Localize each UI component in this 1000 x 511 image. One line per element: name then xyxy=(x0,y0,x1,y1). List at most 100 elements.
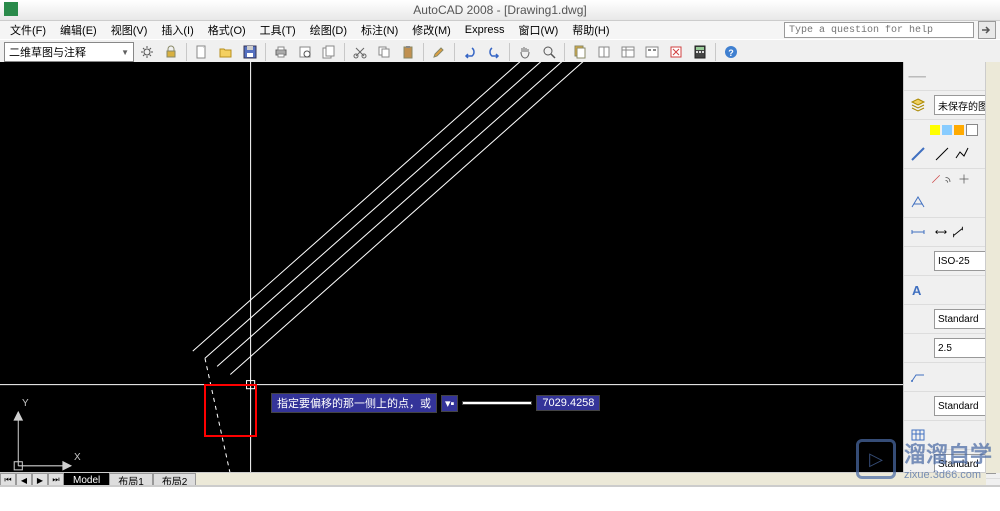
open-button[interactable] xyxy=(215,41,237,63)
plot-preview-button[interactable] xyxy=(294,41,316,63)
menu-file[interactable]: 文件(F) xyxy=(4,22,52,38)
toolbar-separator xyxy=(344,43,345,61)
undo-button[interactable] xyxy=(459,41,481,63)
lock-layer-icon[interactable] xyxy=(954,125,964,135)
menu-edit[interactable]: 编辑(E) xyxy=(54,22,103,38)
menu-view[interactable]: 视图(V) xyxy=(105,22,154,38)
question-icon: ? xyxy=(723,44,739,60)
menu-modify[interactable]: 修改(M) xyxy=(406,22,457,38)
copy-button[interactable] xyxy=(373,41,395,63)
dynamic-options-icon[interactable]: ▾▪ xyxy=(441,395,458,412)
design-center-icon xyxy=(644,44,660,60)
new-button[interactable] xyxy=(191,41,213,63)
zoom-button[interactable] xyxy=(538,41,560,63)
toolbar-separator xyxy=(423,43,424,61)
folder-open-icon xyxy=(218,44,234,60)
trim-icon[interactable] xyxy=(958,173,970,185)
help-search-input[interactable] xyxy=(784,22,974,38)
brush-icon xyxy=(431,44,447,60)
publish-icon xyxy=(321,44,337,60)
vertical-scrollbar[interactable] xyxy=(985,62,1000,473)
toolbar-separator xyxy=(186,43,187,61)
quickcalc-button[interactable] xyxy=(689,41,711,63)
printer-icon xyxy=(273,44,289,60)
design-center-button[interactable] xyxy=(641,41,663,63)
publish-button[interactable] xyxy=(318,41,340,63)
menu-tools[interactable]: 工具(T) xyxy=(254,22,302,38)
chevron-down-icon: ▼ xyxy=(121,48,129,57)
canvas-wrap: X Y 指定要偏移的那一侧上的点，或 ▾▪ 7029.4258 ⏮ ◀ ▶ ⏭ … xyxy=(0,62,903,487)
plot-preview-icon xyxy=(297,44,313,60)
dimension-icon[interactable] xyxy=(908,222,928,242)
command-line[interactable] xyxy=(0,485,1000,511)
paste-button[interactable] xyxy=(397,41,419,63)
sheetset-button[interactable] xyxy=(569,41,591,63)
floppy-icon xyxy=(242,44,258,60)
watermark: ▷ 溜溜自学 zixue.3d66.com xyxy=(856,437,992,481)
menu-draw[interactable]: 绘图(D) xyxy=(304,22,353,38)
window-title: AutoCAD 2008 - [Drawing1.dwg] xyxy=(413,3,586,17)
ucs-x-label: X xyxy=(74,452,81,463)
workspace-current: 二维草图与注释 xyxy=(9,44,86,60)
text-panel-icon[interactable]: A xyxy=(908,280,928,300)
line-tool-icon[interactable] xyxy=(934,146,950,162)
watermark-logo-icon: ▷ xyxy=(856,439,896,479)
help-search-go-button[interactable] xyxy=(978,21,996,39)
dynamic-edit-field[interactable] xyxy=(462,401,532,405)
search-icon xyxy=(979,22,995,38)
menu-format[interactable]: 格式(O) xyxy=(202,22,252,38)
bulb-icon[interactable] xyxy=(930,125,940,135)
calculator-icon xyxy=(692,44,708,60)
erase-icon[interactable] xyxy=(930,173,942,185)
dim-aligned-icon[interactable] xyxy=(951,225,965,239)
sheets-icon xyxy=(572,44,588,60)
menu-dimension[interactable]: 标注(N) xyxy=(355,22,404,38)
save-button[interactable] xyxy=(239,41,261,63)
draw2d-icon[interactable] xyxy=(908,144,928,164)
copy-icon xyxy=(376,44,392,60)
dim-linear-icon[interactable] xyxy=(934,225,948,239)
workspace-combo[interactable]: 二维草图与注释 ▼ xyxy=(4,42,134,62)
mleader-icon[interactable] xyxy=(908,367,928,387)
toolbar-separator xyxy=(265,43,266,61)
pan-button[interactable] xyxy=(514,41,536,63)
drawing-content xyxy=(0,62,903,478)
offset-icon[interactable] xyxy=(944,173,956,185)
menu-help[interactable]: 帮助(H) xyxy=(566,22,615,38)
title-bar: AutoCAD 2008 - [Drawing1.dwg] xyxy=(0,0,1000,21)
markup-icon xyxy=(668,44,684,60)
lock-ui-button[interactable] xyxy=(160,41,182,63)
redo-icon xyxy=(486,44,502,60)
palette-icon xyxy=(596,44,612,60)
properties-button[interactable] xyxy=(617,41,639,63)
menu-express[interactable]: Express xyxy=(459,24,511,36)
menu-window[interactable]: 窗口(W) xyxy=(513,22,565,38)
match-prop-button[interactable] xyxy=(428,41,450,63)
lock-icon xyxy=(163,44,179,60)
highlight-box xyxy=(204,384,257,437)
new-doc-icon xyxy=(194,44,210,60)
gear-icon xyxy=(139,44,155,60)
color-swatch-icon[interactable] xyxy=(966,124,978,136)
tool-palettes-button[interactable] xyxy=(593,41,615,63)
watermark-url: zixue.3d66.com xyxy=(904,469,992,481)
dynamic-input: 指定要偏移的那一侧上的点，或 ▾▪ 7029.4258 xyxy=(271,393,600,413)
drawing-canvas[interactable]: X Y 指定要偏移的那一侧上的点，或 ▾▪ 7029.4258 xyxy=(0,62,903,487)
svg-text:A: A xyxy=(912,283,922,298)
svg-text:?: ? xyxy=(728,48,734,58)
annotation-icon[interactable] xyxy=(908,193,928,213)
redo-button[interactable] xyxy=(483,41,505,63)
help-button[interactable]: ? xyxy=(720,41,742,63)
ucs-y-label: Y xyxy=(22,398,29,409)
hand-icon xyxy=(517,44,533,60)
freeze-icon[interactable] xyxy=(942,125,952,135)
workspace-settings-button[interactable] xyxy=(136,41,158,63)
menu-insert[interactable]: 插入(I) xyxy=(155,22,199,38)
layers-icon[interactable] xyxy=(908,95,928,115)
markup-button[interactable] xyxy=(665,41,687,63)
dynamic-prompt: 指定要偏移的那一侧上的点，或 xyxy=(271,393,437,413)
plot-button[interactable] xyxy=(270,41,292,63)
pline-tool-icon[interactable] xyxy=(954,146,970,162)
cut-button[interactable] xyxy=(349,41,371,63)
app-icon xyxy=(4,2,18,16)
